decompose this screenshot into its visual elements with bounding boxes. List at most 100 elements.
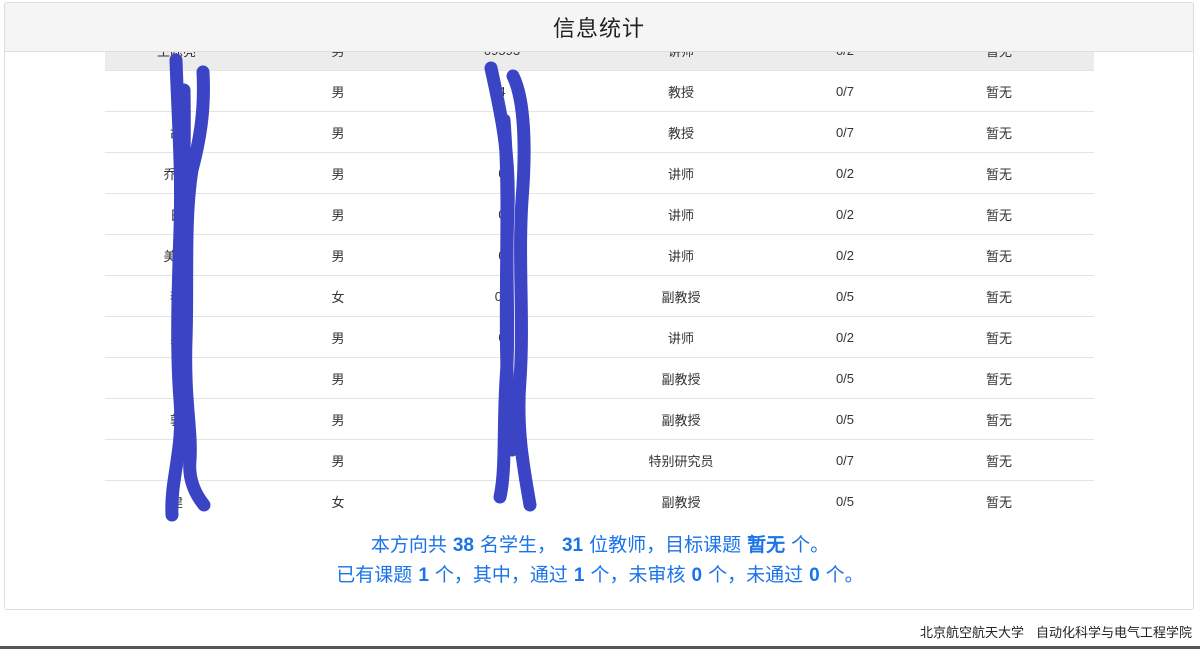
teacher-id: 0 bbox=[428, 234, 576, 276]
teacher-id bbox=[428, 357, 576, 399]
teacher-topic: 暂无 bbox=[904, 111, 1094, 153]
teacher-name: 建 bbox=[105, 480, 248, 521]
teacher-sex: 男 bbox=[248, 316, 428, 358]
table-row: 男 2 特别研究员 0/7 暂无 bbox=[105, 439, 1094, 481]
teacher-rank: 讲师 bbox=[576, 316, 786, 358]
teacher-sex: 男 bbox=[248, 70, 428, 112]
table-row: 郭男 副教授 0/5 暂无 bbox=[105, 398, 1094, 440]
teacher-topic: 暂无 bbox=[904, 275, 1094, 317]
summary-line-1: 本方向共 38 名学生， 31 位教师，目标课题 暂无 个。 bbox=[0, 530, 1200, 557]
teacher-sex: 男 bbox=[248, 111, 428, 153]
teacher-rank: 副教授 bbox=[576, 398, 786, 440]
teacher-rank: 副教授 bbox=[576, 275, 786, 317]
table-row: 乔思男 0 讲师 0/2 暂无 bbox=[105, 152, 1094, 194]
pending-count: 0 bbox=[691, 565, 703, 586]
teacher-table-wrapper[interactable]: 王陈亮男09593讲师0/2暂无阳男4教授0/7暂无胡男9教授0/7暂无乔思男0… bbox=[105, 30, 1094, 521]
teacher-rank: 副教授 bbox=[576, 357, 786, 399]
target-topic-count: 暂无 bbox=[747, 535, 786, 556]
teacher-rank: 教授 bbox=[576, 70, 786, 112]
student-count: 38 bbox=[452, 535, 474, 556]
teacher-id: 9 bbox=[428, 111, 576, 153]
teacher-count: 31 bbox=[561, 535, 584, 556]
teacher-student-load: 0/5 bbox=[786, 480, 904, 521]
summary-text: 个，未通过 bbox=[708, 565, 804, 586]
teacher-topic: 暂无 bbox=[904, 480, 1094, 521]
teacher-topic: 暂无 bbox=[904, 234, 1094, 276]
teacher-name: 阳 bbox=[105, 70, 248, 112]
teacher-topic: 暂无 bbox=[904, 439, 1094, 481]
teacher-rank: 特别研究员 bbox=[576, 439, 786, 481]
teacher-id: 0 bbox=[428, 316, 576, 358]
page-title: 信息统计 bbox=[552, 16, 645, 41]
teacher-name: 乔思 bbox=[105, 152, 248, 194]
teacher-sex: 男 bbox=[248, 357, 428, 399]
stats-panel: 信息统计 王陈亮男09593讲师0/2暂无阳男4教授0/7暂无胡男9教授0/7暂… bbox=[4, 2, 1194, 610]
table-row: 建女 副教授 0/5 暂无 bbox=[105, 480, 1094, 521]
teacher-rank: 讲师 bbox=[576, 234, 786, 276]
teacher-student-load: 0/2 bbox=[786, 234, 904, 276]
teacher-id: 4 bbox=[428, 70, 576, 112]
summary-line-2: 已有课题 1 个，其中，通过 1 个，未审核 0 个，未通过 0 个。 bbox=[0, 560, 1200, 587]
summary-text: 个，其中，通过 bbox=[434, 565, 568, 586]
teacher-topic: 暂无 bbox=[904, 70, 1094, 112]
teacher-student-load: 0/5 bbox=[786, 275, 904, 317]
summary-text: 个。 bbox=[825, 565, 864, 586]
footer-school: 自动化科学与电气工程学院 bbox=[1035, 625, 1192, 640]
table-row: 阳男 4 教授 0/7 暂无 bbox=[105, 70, 1094, 112]
rejected-count: 0 bbox=[809, 565, 820, 586]
summary-text: 本方向共 bbox=[370, 535, 447, 556]
teacher-topic: 暂无 bbox=[904, 398, 1094, 440]
teacher-topic: 暂无 bbox=[904, 357, 1094, 399]
teacher-name: 薇 bbox=[105, 275, 248, 317]
teacher-sex: 男 bbox=[248, 439, 428, 481]
teacher-sex: 男 bbox=[248, 398, 428, 440]
teacher-id: 07 bbox=[428, 275, 576, 317]
teacher-id bbox=[428, 480, 576, 521]
teacher-name: 日 bbox=[105, 193, 248, 235]
teacher-name bbox=[105, 439, 248, 481]
teacher-name: 郭 bbox=[105, 398, 248, 440]
footer-university: 北京航空航天大学 bbox=[919, 625, 1024, 640]
table-row: 胡男 9 教授 0/7 暂无 bbox=[105, 111, 1094, 153]
summary-text: 已有课题 bbox=[336, 565, 413, 586]
teacher-rank: 讲师 bbox=[576, 152, 786, 194]
teacher-student-load: 0/5 bbox=[786, 357, 904, 399]
teacher-id: 0 bbox=[428, 152, 576, 194]
teacher-id: 2 bbox=[428, 439, 576, 481]
table-row: 薇女 07 副教授 0/5 暂无 bbox=[105, 275, 1094, 317]
teacher-topic: 暂无 bbox=[904, 316, 1094, 358]
table-row: 男 副教授 0/5 暂无 bbox=[105, 357, 1094, 399]
existing-topic-count: 1 bbox=[418, 565, 429, 586]
teacher-student-load: 0/7 bbox=[786, 111, 904, 153]
summary-text: 个，未审核 bbox=[590, 565, 686, 586]
teacher-rank: 讲师 bbox=[576, 193, 786, 235]
teacher-student-load: 0/2 bbox=[786, 316, 904, 358]
teacher-sex: 男 bbox=[248, 152, 428, 194]
teacher-sex: 男 bbox=[248, 193, 428, 235]
teacher-student-load: 0/5 bbox=[786, 398, 904, 440]
teacher-sex: 男 bbox=[248, 234, 428, 276]
teacher-rank: 副教授 bbox=[576, 480, 786, 521]
passed-count: 1 bbox=[573, 565, 585, 586]
table-row: 美伟男 0 讲师 0/2 暂无 bbox=[105, 234, 1094, 276]
teacher-table: 王陈亮男09593讲师0/2暂无阳男4教授0/7暂无胡男9教授0/7暂无乔思男0… bbox=[105, 30, 1094, 521]
teacher-student-load: 0/2 bbox=[786, 152, 904, 194]
teacher-sex: 女 bbox=[248, 275, 428, 317]
teacher-student-load: 0/2 bbox=[786, 193, 904, 235]
teacher-id: 0 bbox=[428, 193, 576, 235]
teacher-topic: 暂无 bbox=[904, 193, 1094, 235]
teacher-name: 胡 bbox=[105, 111, 248, 153]
table-row: 星男 0 讲师 0/2 暂无 bbox=[105, 316, 1094, 358]
teacher-topic: 暂无 bbox=[904, 152, 1094, 194]
teacher-rank: 教授 bbox=[576, 111, 786, 153]
summary-text: 个。 bbox=[791, 535, 830, 556]
teacher-name: 美伟 bbox=[105, 234, 248, 276]
summary-text: 名学生， bbox=[479, 535, 556, 556]
teacher-student-load: 0/7 bbox=[786, 70, 904, 112]
teacher-name: 星 bbox=[105, 316, 248, 358]
teacher-student-load: 0/7 bbox=[786, 439, 904, 481]
summary-text: 位教师，目标课题 bbox=[589, 535, 742, 556]
teacher-name bbox=[105, 357, 248, 399]
table-row: 日男 0 讲师 0/2 暂无 bbox=[105, 193, 1094, 235]
footer: 北京航空航天大学 自动化科学与电气工程学院 bbox=[920, 622, 1192, 641]
